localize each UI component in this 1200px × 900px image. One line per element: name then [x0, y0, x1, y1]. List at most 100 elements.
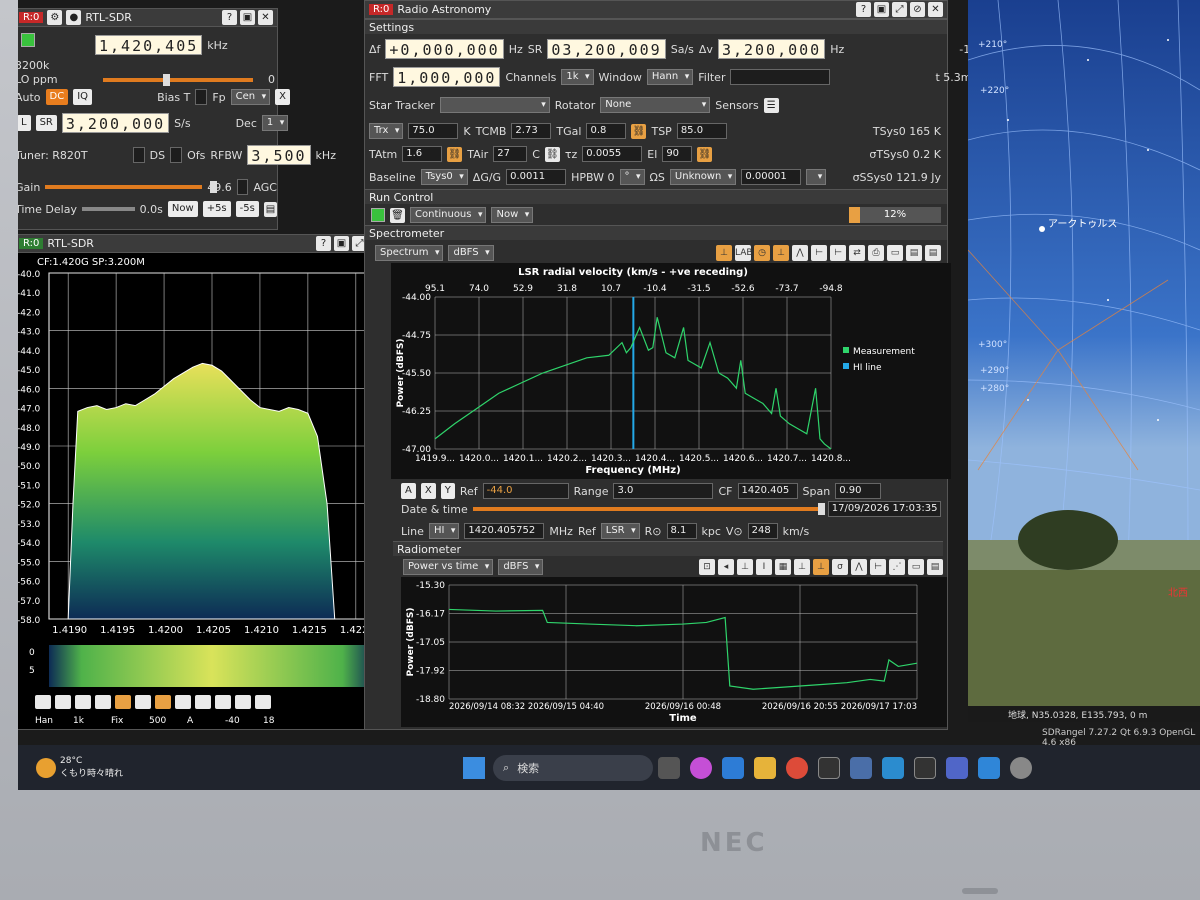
start-icon[interactable] [463, 756, 486, 779]
fp-checkbox[interactable] [195, 89, 208, 105]
lo-button[interactable]: L [18, 115, 31, 131]
line-freq-input[interactable]: 1420.405752 [464, 523, 545, 539]
terminal-icon[interactable] [818, 756, 841, 779]
plus5-button[interactable]: +5s [202, 201, 231, 217]
settings-icon[interactable] [1010, 756, 1033, 779]
marker-icon[interactable]: ◂ [718, 559, 734, 575]
rfbw-display[interactable]: 3,500 [247, 145, 311, 165]
sr-button[interactable]: SR [35, 115, 57, 131]
radiometer-unit-select[interactable]: dBFS [498, 559, 544, 575]
baseline-icon[interactable]: ⊢ [830, 245, 846, 261]
record-icon[interactable]: ● [66, 10, 82, 25]
hide-icon[interactable]: ⊘ [910, 2, 925, 17]
range-input[interactable]: 3.0 [613, 483, 714, 499]
link-icon[interactable]: ⛓ [544, 146, 560, 162]
measure-icon[interactable]: ⊢ [811, 245, 827, 261]
df-display[interactable]: +0,000,000 [385, 39, 504, 59]
start-button[interactable] [371, 208, 385, 222]
ref-input[interactable]: -44.0 [482, 483, 569, 499]
star-tracker-select[interactable] [439, 97, 550, 113]
fc-position-select[interactable]: Cen [230, 89, 271, 105]
copy-icon[interactable]: ▤ [906, 245, 922, 261]
app-icon[interactable] [978, 756, 1001, 779]
thermometer-icon[interactable]: Ⅰ [756, 559, 772, 575]
marker-icon[interactable]: ⊥ [773, 245, 789, 261]
x-button[interactable]: X [420, 483, 436, 499]
lab-button[interactable]: LAB [735, 245, 753, 261]
channels-select[interactable]: 1k [561, 69, 594, 85]
image-icon[interactable]: ▭ [908, 559, 924, 575]
run-mode-select[interactable]: Continuous [410, 207, 487, 223]
help-icon[interactable]: ? [856, 2, 871, 17]
link-icon[interactable]: ⛓ [447, 146, 463, 162]
fullscreen-icon[interactable]: ⤢ [892, 2, 907, 17]
peak-icon[interactable]: ⋀ [792, 245, 808, 261]
task-view-icon[interactable] [658, 756, 681, 779]
x-button[interactable]: X [275, 89, 291, 105]
swap-icon[interactable]: ⇄ [849, 245, 865, 261]
sensors-icon[interactable]: ☰ [763, 97, 779, 113]
dg-input[interactable]: 0.0011 [506, 169, 567, 185]
filter-input[interactable] [730, 69, 831, 85]
explorer-icon[interactable] [754, 756, 777, 779]
time-delay-slider[interactable] [81, 207, 135, 211]
grid-icon[interactable]: ▦ [775, 559, 791, 575]
peak-icon[interactable]: ⋀ [851, 559, 867, 575]
copilot-icon[interactable] [690, 756, 713, 779]
el-input[interactable]: 90 [662, 146, 693, 162]
print-icon[interactable]: ⎙ [868, 245, 884, 261]
sample-rate-display[interactable]: 3,200,000 [61, 113, 170, 133]
sdrangel-icon[interactable] [850, 756, 873, 779]
chart-icon[interactable]: ⊡ [699, 559, 715, 575]
omega-select[interactable]: Unknown [669, 169, 737, 185]
date-time-input[interactable]: 17/09/2026 17:03:35 [827, 501, 942, 517]
close-icon[interactable]: ✕ [258, 10, 273, 25]
ref-frame-select[interactable]: LSR [600, 523, 640, 539]
trx-input[interactable]: 75.0 [408, 123, 459, 139]
run-control-section[interactable]: Run Control [365, 189, 947, 204]
chrome-icon[interactable] [786, 756, 809, 779]
baseline-select[interactable]: Tsys0 [420, 169, 468, 185]
widgets-icon[interactable] [722, 756, 745, 779]
search-input[interactable]: 検索 [517, 760, 539, 776]
float-icon[interactable]: ▣ [334, 236, 349, 251]
dc-button[interactable]: DC [45, 89, 69, 105]
help-icon[interactable]: ? [316, 236, 331, 251]
marker-icon[interactable]: ⊥ [813, 559, 829, 575]
center-freq-display[interactable]: 1,420,405 [95, 35, 203, 55]
help-icon[interactable]: ? [222, 10, 237, 25]
spectrum-mode-select[interactable]: Spectrum [375, 245, 444, 261]
monitor-icon[interactable] [882, 756, 905, 779]
link-icon[interactable]: ⛓ [631, 123, 647, 139]
hpbw-select[interactable]: ° [619, 169, 645, 185]
settings-icon[interactable]: ⚙ [47, 10, 63, 25]
radiometer-mode-select[interactable]: Power vs time [403, 559, 494, 575]
tz-input[interactable]: 0.0055 [582, 146, 643, 162]
line-select[interactable]: HI [428, 523, 460, 539]
spectrometer-chart[interactable]: LSR radial velocity (km/s - +ve receding… [391, 263, 961, 479]
r0-input[interactable]: 8.1 [666, 523, 697, 539]
baseline-icon[interactable]: ⊥ [794, 559, 810, 575]
ds-checkbox[interactable] [132, 147, 145, 163]
lo-ppm-slider[interactable] [102, 73, 253, 86]
iq-button[interactable]: IQ [73, 89, 93, 105]
radiometer-chart[interactable]: -15.30 -16.17 -17.05 -17.92 -18.80 2026/09/14… [401, 577, 947, 727]
omega-input[interactable]: 0.00001 [741, 169, 802, 185]
ofs-checkbox[interactable] [170, 147, 183, 163]
agc-checkbox[interactable] [236, 179, 249, 195]
stellarium-icon[interactable] [946, 756, 969, 779]
integration-display[interactable]: 1,000,000 [393, 67, 501, 87]
tsp-input[interactable]: 85.0 [676, 123, 727, 139]
fit-icon[interactable]: ⋰ [889, 559, 905, 575]
tcmb-input[interactable]: 2.73 [511, 123, 552, 139]
radiometer-section[interactable]: Radiometer [393, 541, 943, 556]
dec-select[interactable]: 1 [261, 115, 289, 131]
gain-slider[interactable] [45, 181, 218, 193]
stellarium-window[interactable]: アークトゥルス 北西 +210° +220° +300° +290° +280°… [968, 0, 1200, 722]
weather-icon[interactable] [36, 757, 56, 778]
minus5-button[interactable]: -5s [235, 201, 259, 217]
date-time-slider[interactable] [472, 503, 825, 515]
sigma-icon[interactable]: σ [832, 559, 848, 575]
spectrum-unit-select[interactable]: dBFS [448, 245, 494, 261]
dv-display[interactable]: 3,200,000 [717, 39, 826, 59]
